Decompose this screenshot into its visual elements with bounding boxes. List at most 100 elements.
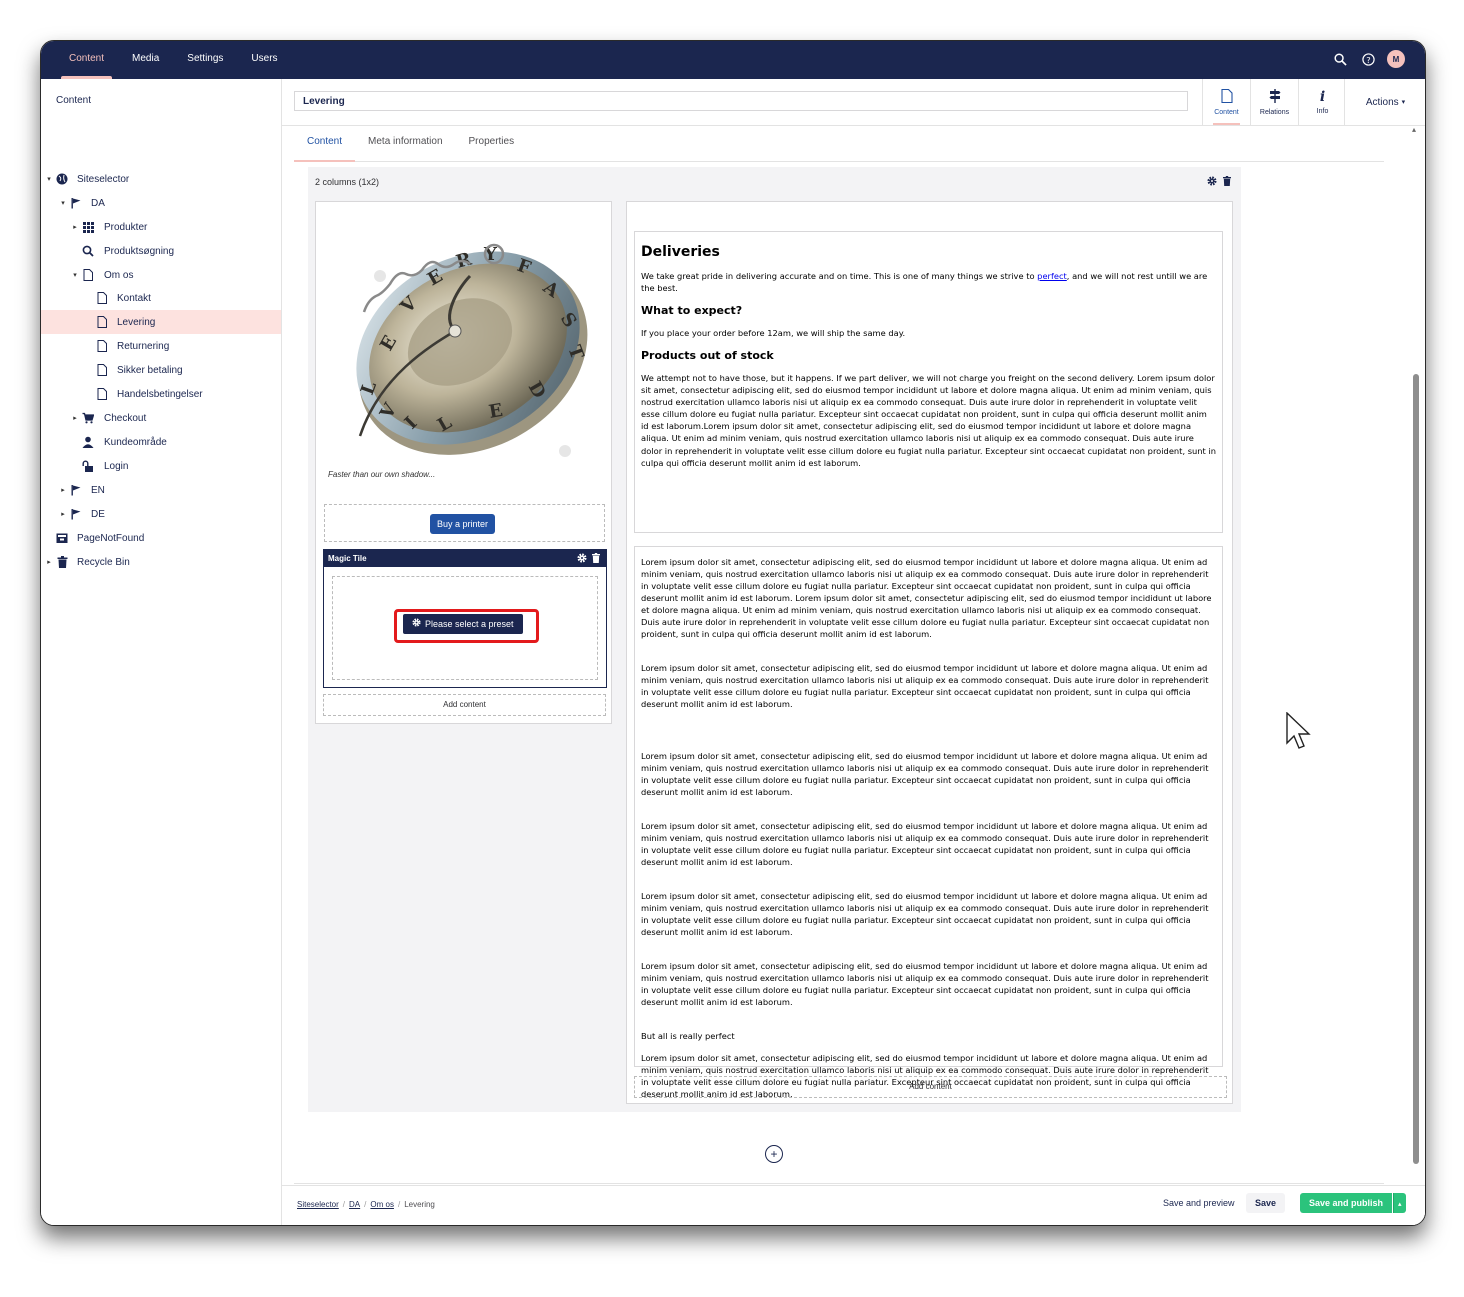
globe-icon <box>55 172 69 186</box>
tree-node-handelsbetingelser[interactable]: Handelsbetingelser <box>41 382 281 406</box>
perfect-link[interactable]: perfect <box>1037 271 1067 281</box>
breadcrumb-item[interactable]: DA <box>349 1200 360 1209</box>
tab-content[interactable]: Content <box>294 125 356 162</box>
scrollbar-thumb[interactable] <box>1413 374 1419 1164</box>
editor-header: Content Relations i Info Actions ▾ <box>282 79 1425 126</box>
expect-paragraph: If you place your order before 12am, we … <box>641 328 906 338</box>
caret-right-icon[interactable]: ▸ <box>45 558 53 566</box>
actions-dropdown[interactable]: Actions ▾ <box>1344 79 1425 125</box>
document-icon <box>95 291 109 305</box>
tree-node-de[interactable]: ▸ DE <box>41 502 281 526</box>
publish-options-toggle[interactable]: ▴ <box>1393 1193 1406 1213</box>
tree-node-kundeomrade[interactable]: Kundeområde <box>41 430 281 454</box>
caret-right-icon[interactable]: ▸ <box>59 486 67 494</box>
editor-tabs: Content Meta information Properties <box>294 125 1384 162</box>
document-name-input[interactable] <box>294 91 1188 111</box>
select-preset-button[interactable]: Please select a preset <box>403 614 523 634</box>
save-and-preview-button[interactable]: Save and preview <box>1154 1193 1244 1213</box>
search-icon[interactable] <box>1331 50 1349 68</box>
magic-tile-body: Please select a preset <box>332 576 598 680</box>
svg-text:?: ? <box>1366 54 1370 64</box>
tree-node-sikker-betaling[interactable]: Sikker betaling <box>41 358 281 382</box>
caret-right-icon[interactable]: ▸ <box>71 414 79 422</box>
unlock-icon <box>81 459 95 473</box>
caret-right-icon[interactable]: ▸ <box>71 223 79 231</box>
tree-node-label: Login <box>104 460 129 472</box>
app-info[interactable]: i Info <box>1298 79 1346 125</box>
trash-icon[interactable] <box>1223 176 1231 189</box>
caret-right-icon[interactable]: ▸ <box>59 510 67 518</box>
tree-node-label: Recycle Bin <box>77 556 130 568</box>
add-content-button[interactable]: Add content <box>323 694 606 716</box>
tree-node-kontakt[interactable]: Kontakt <box>41 286 281 310</box>
tab-properties[interactable]: Properties <box>456 125 528 161</box>
editor-scrollbar[interactable]: ▴ ▾ <box>1412 125 1420 1199</box>
deliveries-heading: Deliveries <box>641 244 720 260</box>
lorem-paragraph: Lorem ipsum dolor sit amet, consectetur … <box>641 751 1209 797</box>
tree-node-siteselector[interactable]: ▾ Siteselector <box>41 167 281 191</box>
tab-meta-information[interactable]: Meta information <box>355 125 455 161</box>
app-relations[interactable]: Relations <box>1250 79 1298 125</box>
tree-node-produktsogning[interactable]: Produktsøgning <box>41 239 281 263</box>
info-icon: i <box>1319 88 1326 105</box>
tree-node-da[interactable]: ▾ DA <box>41 191 281 215</box>
tree-node-pagenotfound[interactable]: PageNotFound <box>41 526 281 550</box>
tree-node-returnering[interactable]: Returnering <box>41 334 281 358</box>
grid-icon <box>81 220 95 234</box>
rich-text-block-lorem[interactable]: Lorem ipsum dolor sit amet, consectetur … <box>634 546 1223 1099</box>
user-icon <box>81 435 95 449</box>
tree-node-checkout[interactable]: ▸ Checkout <box>41 406 281 430</box>
scroll-up-icon[interactable]: ▴ <box>1412 125 1416 134</box>
help-icon[interactable]: ? <box>1359 50 1377 68</box>
nav-settings[interactable]: Settings <box>173 41 237 79</box>
top-icons: ? M <box>1331 50 1405 68</box>
magic-tile: Magic Tile Please select a preset <box>323 549 607 688</box>
caret-up-icon: ▴ <box>1398 1201 1402 1208</box>
tree-node-label: EN <box>91 484 105 496</box>
add-row-button[interactable]: + <box>765 1145 783 1163</box>
tree-node-recycle-bin[interactable]: ▸ Recycle Bin <box>41 550 281 574</box>
nav-users[interactable]: Users <box>237 41 291 79</box>
cart-icon <box>81 411 95 425</box>
breadcrumb-separator: / <box>342 1200 346 1209</box>
flag-icon <box>69 483 83 497</box>
app-content[interactable]: Content <box>1202 79 1250 125</box>
nav-content[interactable]: Content <box>55 41 118 79</box>
stock-paragraph: We attempt not to have those, but it hap… <box>641 373 1217 468</box>
breadcrumb-item[interactable]: Om os <box>370 1200 394 1209</box>
nav-media[interactable]: Media <box>118 41 173 79</box>
flag-icon <box>69 196 83 210</box>
save-button[interactable]: Save <box>1246 1193 1286 1213</box>
caret-down-icon[interactable]: ▾ <box>71 271 79 279</box>
gear-icon <box>412 614 421 634</box>
trash-icon[interactable] <box>592 553 600 566</box>
tree-node-label: Handelsbetingelser <box>117 388 203 400</box>
row-title: 2 columns (1x2) <box>315 177 380 187</box>
block-icon <box>55 531 69 545</box>
tree-node-label: Siteselector <box>77 173 130 185</box>
tree-node-en[interactable]: ▸ EN <box>41 478 281 502</box>
save-and-publish-button[interactable]: Save and publish <box>1300 1193 1393 1213</box>
tree-node-login[interactable]: Login <box>41 454 281 478</box>
rich-text-block-deliveries[interactable]: Deliveries We take great pride in delive… <box>634 231 1223 533</box>
gear-icon[interactable] <box>577 553 587 566</box>
content-apps: Content Relations i Info <box>1202 79 1346 125</box>
breadcrumb-separator: / <box>397 1200 401 1209</box>
tree-node-levering[interactable]: Levering <box>41 310 281 334</box>
magic-tile-title: Magic Tile <box>328 554 367 563</box>
add-content-button[interactable]: Add content <box>634 1076 1227 1098</box>
tree-node-om-os[interactable]: ▾ Om os <box>41 263 281 287</box>
breadcrumb: Siteselector / DA / Om os / Levering <box>297 1200 435 1209</box>
tree-node-label: DE <box>91 508 105 520</box>
caret-down-icon[interactable]: ▾ <box>59 199 67 207</box>
lorem-paragraph: Lorem ipsum dolor sit amet, consectetur … <box>641 961 1209 1007</box>
lorem-paragraph: Lorem ipsum dolor sit amet, consectetur … <box>641 891 1209 937</box>
buy-printer-button[interactable]: Buy a printer <box>430 514 496 534</box>
avatar[interactable]: M <box>1387 50 1405 68</box>
top-bar: Content Media Settings Users ? M <box>41 41 1425 79</box>
breadcrumb-item[interactable]: Siteselector <box>297 1200 339 1209</box>
gear-icon[interactable] <box>1207 176 1217 189</box>
caret-down-icon[interactable]: ▾ <box>45 175 53 183</box>
magic-tile-tools <box>577 553 600 566</box>
tree-node-produkter[interactable]: ▸ Produkter <box>41 215 281 239</box>
